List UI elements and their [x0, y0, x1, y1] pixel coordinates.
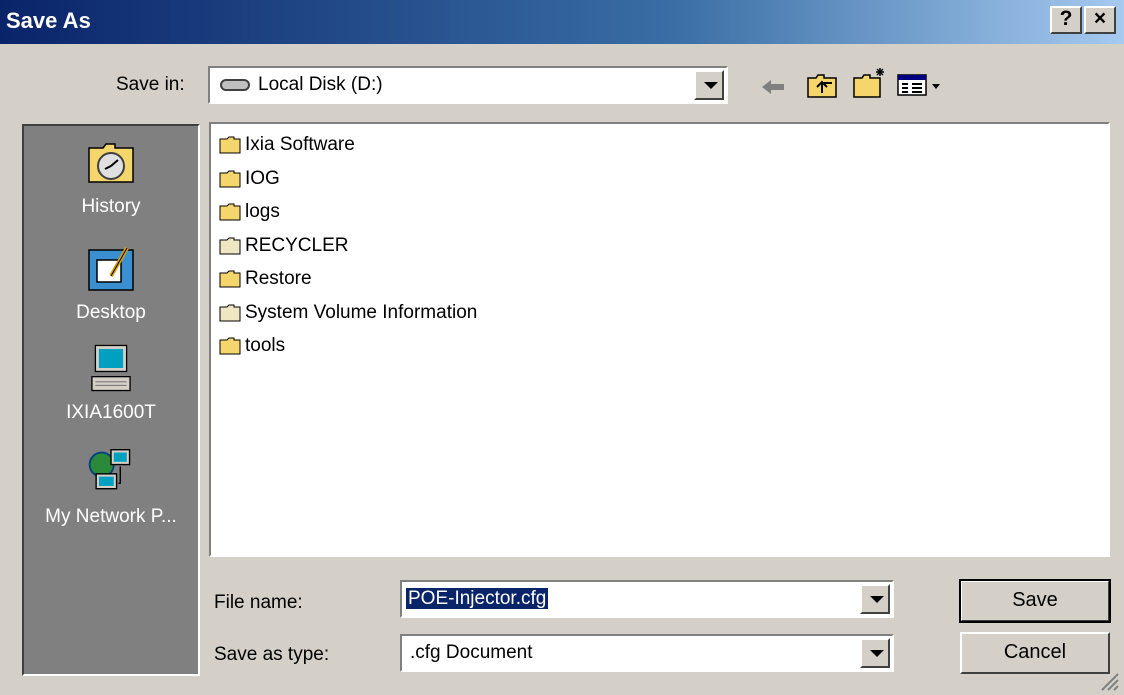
network-places-icon [88, 449, 131, 490]
folder-icon [219, 237, 241, 254]
file-name: System Volume Information [245, 301, 478, 323]
place-network-label: My Network P... [45, 506, 177, 527]
folder-icon [219, 170, 241, 187]
window-title: Save As [6, 8, 91, 33]
list-item[interactable]: logs [219, 197, 280, 227]
place-my-computer-label: IXIA1600T [66, 402, 156, 423]
save-as-type-combo[interactable]: .cfg Document [400, 634, 894, 672]
desktop-icon [88, 247, 134, 291]
list-item[interactable]: IOG [219, 164, 280, 194]
file-name: IOG [245, 167, 280, 189]
file-name-input[interactable]: POE-Injector.cfg [406, 588, 549, 610]
file-name: tools [245, 335, 286, 356]
save-as-type-dropdown-button[interactable] [860, 638, 890, 668]
file-name-dropdown-button[interactable] [860, 584, 890, 614]
file-name: Ixia Software [245, 134, 355, 155]
save-in-combo[interactable]: Local Disk (D:) [208, 66, 728, 104]
history-icon [88, 143, 134, 183]
place-desktop[interactable]: Desktop [24, 242, 198, 324]
place-desktop-label: Desktop [76, 302, 146, 323]
folder-icon [219, 270, 241, 288]
place-history[interactable]: History [24, 136, 198, 218]
save-in-label: Save in: [116, 74, 185, 95]
up-folder-icon[interactable] [806, 70, 838, 100]
folder-icon [219, 337, 241, 355]
views-menu-icon[interactable] [896, 72, 944, 100]
save-button[interactable]: Save [959, 579, 1111, 623]
file-name-value: POE-Injector.cfg [406, 588, 549, 609]
drive-icon [220, 79, 250, 91]
file-name: logs [245, 201, 280, 222]
folder-icon [219, 304, 241, 321]
file-name: Restore [245, 268, 312, 289]
place-history-label: History [81, 196, 141, 217]
title-bar[interactable]: Save As ? × [0, 0, 1124, 44]
close-button[interactable]: × [1084, 6, 1116, 34]
file-list[interactable]: Ixia Software IOG logs RECYCLER Restore Syste… [209, 122, 1110, 557]
list-item[interactable]: RECYCLER [219, 231, 348, 261]
save-button-label: Save [1012, 589, 1058, 611]
places-bar: History Desktop IXIA1600T My Network P..… [22, 124, 200, 676]
cancel-button[interactable]: Cancel [960, 632, 1110, 674]
file-name-label: File name: [214, 592, 303, 613]
list-item[interactable]: Restore [219, 264, 312, 294]
resize-grip-icon[interactable] [1098, 670, 1120, 692]
place-network[interactable]: My Network P... [24, 446, 198, 528]
help-button[interactable]: ? [1050, 6, 1082, 34]
file-name-combo[interactable]: POE-Injector.cfg [400, 580, 894, 618]
save-as-dialog: Save As ? × Save in: Local Disk (D:) His… [0, 0, 1124, 695]
save-as-type-label: Save as type: [214, 644, 330, 665]
folder-icon [219, 203, 241, 221]
new-folder-icon[interactable] [852, 66, 888, 100]
list-item[interactable]: Ixia Software [219, 130, 355, 160]
cancel-button-label: Cancel [1003, 641, 1067, 663]
list-item[interactable]: System Volume Information [219, 298, 477, 328]
my-computer-icon [91, 344, 131, 392]
back-icon[interactable] [758, 74, 788, 100]
save-in-value: Local Disk (D:) [258, 74, 383, 95]
list-item[interactable]: tools [219, 331, 285, 361]
save-as-type-value: .cfg Document [410, 642, 533, 663]
place-my-computer[interactable]: IXIA1600T [24, 342, 198, 424]
folder-icon [219, 136, 241, 154]
file-name: RECYCLER [245, 234, 349, 256]
save-in-dropdown-button[interactable] [694, 70, 724, 100]
